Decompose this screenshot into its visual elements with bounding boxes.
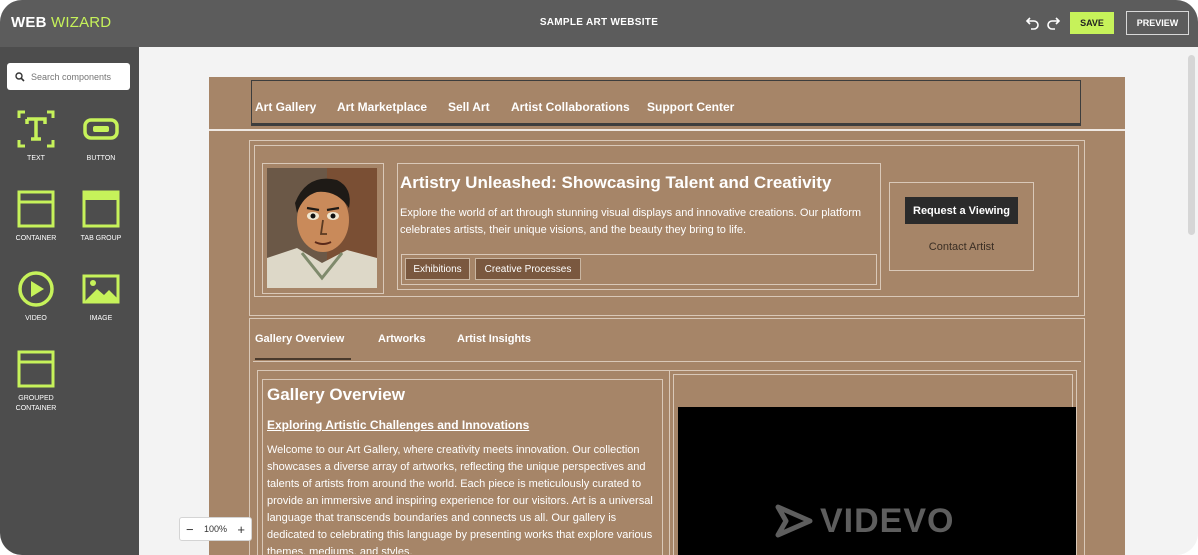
component-image[interactable]: IMAGE bbox=[71, 269, 131, 324]
component-label: CONTAINER bbox=[15, 235, 57, 242]
component-text[interactable]: TEXT bbox=[6, 109, 66, 164]
text-icon bbox=[16, 109, 56, 149]
hero-tags-container bbox=[401, 254, 877, 285]
component-label: BUTTON bbox=[86, 155, 116, 162]
nav-item-art-gallery[interactable]: Art Gallery bbox=[255, 100, 316, 114]
tab-gallery-overview[interactable]: Gallery Overview bbox=[255, 333, 344, 345]
container-icon bbox=[16, 189, 56, 229]
component-tab-group[interactable]: TAB GROUP bbox=[71, 189, 131, 244]
components-sidebar: TEXT BUTTON CONTAINER bbox=[0, 47, 139, 555]
component-grouped-container[interactable]: GROUPED CONTAINER bbox=[6, 349, 66, 414]
image-icon bbox=[81, 269, 121, 309]
component-container[interactable]: CONTAINER bbox=[6, 189, 66, 244]
active-tab-indicator bbox=[255, 358, 351, 360]
search-box[interactable] bbox=[7, 63, 130, 90]
canvas-scrollbar[interactable] bbox=[1188, 55, 1195, 235]
preview-button[interactable]: PREVIEW bbox=[1126, 11, 1189, 35]
tab-artist-insights[interactable]: Artist Insights bbox=[457, 333, 531, 345]
site-page: Art Gallery Art Marketplace Sell Art Art… bbox=[209, 77, 1125, 555]
hero-cta-container bbox=[889, 182, 1034, 271]
component-video[interactable]: VIDEO bbox=[6, 269, 66, 324]
video-watermark: VIDEVO bbox=[774, 501, 954, 541]
zoom-control: − 100% + bbox=[179, 517, 252, 541]
video-player[interactable]: VIDEVO bbox=[678, 407, 1076, 555]
component-label: GROUPED CONTAINER bbox=[15, 395, 57, 412]
hero-description: Explore the world of art through stunnin… bbox=[400, 207, 862, 236]
button-icon bbox=[81, 109, 121, 149]
nav-item-artist-collaborations[interactable]: Artist Collaborations bbox=[511, 100, 630, 114]
editor-canvas: Art Gallery Art Marketplace Sell Art Art… bbox=[139, 47, 1198, 555]
app-frame: WEB WIZARD SAMPLE ART WEBSITE SAVE PREVI… bbox=[0, 0, 1198, 555]
component-label: TAB GROUP bbox=[80, 235, 122, 242]
component-label: VIDEO bbox=[25, 315, 47, 322]
site-title: SAMPLE ART WEBSITE bbox=[539, 17, 659, 28]
request-viewing-button[interactable]: Request a Viewing bbox=[905, 197, 1018, 224]
watermark-text: VIDEVO bbox=[820, 501, 955, 540]
tag-creative-processes[interactable]: Creative Processes bbox=[475, 258, 581, 280]
component-label: IMAGE bbox=[89, 315, 113, 322]
zoom-level: 100% bbox=[203, 524, 228, 534]
tab-group-icon bbox=[81, 189, 121, 229]
tab-artworks[interactable]: Artworks bbox=[378, 333, 426, 345]
tag-exhibitions[interactable]: Exhibitions bbox=[405, 258, 470, 280]
nav-divider bbox=[209, 129, 1125, 131]
nav-item-support-center[interactable]: Support Center bbox=[647, 100, 734, 114]
zoom-out-button[interactable]: − bbox=[186, 522, 194, 537]
overview-body: Welcome to our Art Gallery, where creati… bbox=[267, 444, 653, 554]
top-bar: WEB WIZARD SAMPLE ART WEBSITE SAVE PREVI… bbox=[0, 0, 1198, 47]
search-icon bbox=[15, 71, 25, 82]
grouped-container-icon bbox=[16, 349, 56, 389]
component-button[interactable]: BUTTON bbox=[71, 109, 131, 164]
component-label: TEXT bbox=[27, 155, 45, 162]
zoom-in-button[interactable]: + bbox=[237, 522, 245, 537]
search-input[interactable] bbox=[31, 71, 127, 82]
save-button[interactable]: SAVE bbox=[1070, 12, 1114, 34]
overview-subtitle[interactable]: Exploring Artistic Challenges and Innova… bbox=[267, 418, 529, 432]
contact-artist-link[interactable]: Contact Artist bbox=[889, 241, 1034, 253]
nav-item-art-marketplace[interactable]: Art Marketplace bbox=[337, 100, 427, 114]
hero-title: Artistry Unleashed: Showcasing Talent an… bbox=[400, 173, 832, 192]
play-icon bbox=[16, 269, 56, 309]
tabs-divider bbox=[253, 361, 1081, 362]
videvo-logo-icon bbox=[775, 504, 813, 538]
redo-icon[interactable] bbox=[1045, 14, 1061, 30]
undo-icon[interactable] bbox=[1025, 14, 1041, 30]
nav-item-sell-art[interactable]: Sell Art bbox=[448, 100, 490, 114]
overview-title: Gallery Overview bbox=[267, 385, 405, 404]
artwork-portrait-image bbox=[267, 168, 377, 288]
site-nav[interactable]: Art Gallery Art Marketplace Sell Art Art… bbox=[251, 80, 1081, 126]
